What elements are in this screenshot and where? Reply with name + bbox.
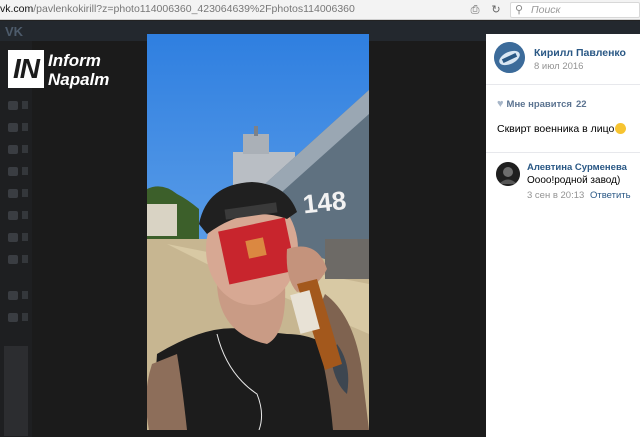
photo-info-panel: Кирилл Павленко 8 июл 2016 ♥ Мне нравится… bbox=[486, 34, 640, 437]
divider bbox=[486, 84, 640, 85]
photo-caption: Сквирт военника в лицо bbox=[497, 123, 627, 135]
commenter-name[interactable]: Алевтина Сурменева bbox=[527, 162, 627, 173]
search-icon: ⚲ bbox=[515, 4, 524, 16]
like-button[interactable]: ♥ Мне нравится 22 bbox=[497, 98, 587, 110]
photo-image[interactable]: 148 bbox=[147, 34, 369, 430]
reply-link[interactable]: Ответить bbox=[590, 190, 631, 201]
heart-icon: ♥ bbox=[497, 98, 504, 110]
search-input[interactable]: ⚲ Поиск bbox=[510, 2, 640, 18]
watermark-line2: Napalm bbox=[48, 70, 110, 89]
like-count: 22 bbox=[575, 99, 587, 110]
ship-hull-number: 148 bbox=[301, 185, 347, 219]
vk-sidebar bbox=[0, 41, 32, 437]
like-label: Мне нравится bbox=[506, 99, 572, 110]
print-icon[interactable]: ⎙ bbox=[468, 3, 482, 17]
caption-text: Сквирт военника в лицо bbox=[497, 123, 615, 135]
search-placeholder: Поиск bbox=[531, 4, 561, 16]
watermark-logo: IN Inform Napalm bbox=[8, 50, 133, 92]
comment-text: Оооо!родной завод) bbox=[527, 175, 621, 186]
watermark-box-text: IN bbox=[13, 53, 40, 84]
divider bbox=[486, 152, 640, 153]
url-host: vk.com bbox=[0, 3, 34, 15]
commenter-avatar[interactable] bbox=[496, 162, 520, 186]
url-path: /pavlenkokirill?z=photo114006360_4230646… bbox=[33, 3, 355, 15]
author-name[interactable]: Кирилл Павленко bbox=[534, 47, 626, 59]
comment-time[interactable]: 3 сен в 20:13 bbox=[527, 190, 584, 201]
post-date[interactable]: 8 июл 2016 bbox=[534, 61, 583, 72]
reload-icon[interactable]: ↻ bbox=[489, 3, 503, 17]
vk-logo[interactable]: VK bbox=[5, 24, 23, 39]
address-bar[interactable]: vk.com/pavlenkokirill?z=photo114006360_4… bbox=[0, 0, 640, 20]
url-text[interactable]: vk.com/pavlenkokirill?z=photo114006360_4… bbox=[0, 3, 355, 15]
author-avatar[interactable] bbox=[494, 42, 525, 73]
laughing-emoji-icon bbox=[615, 123, 627, 134]
watermark-line1: Inform bbox=[48, 51, 101, 70]
